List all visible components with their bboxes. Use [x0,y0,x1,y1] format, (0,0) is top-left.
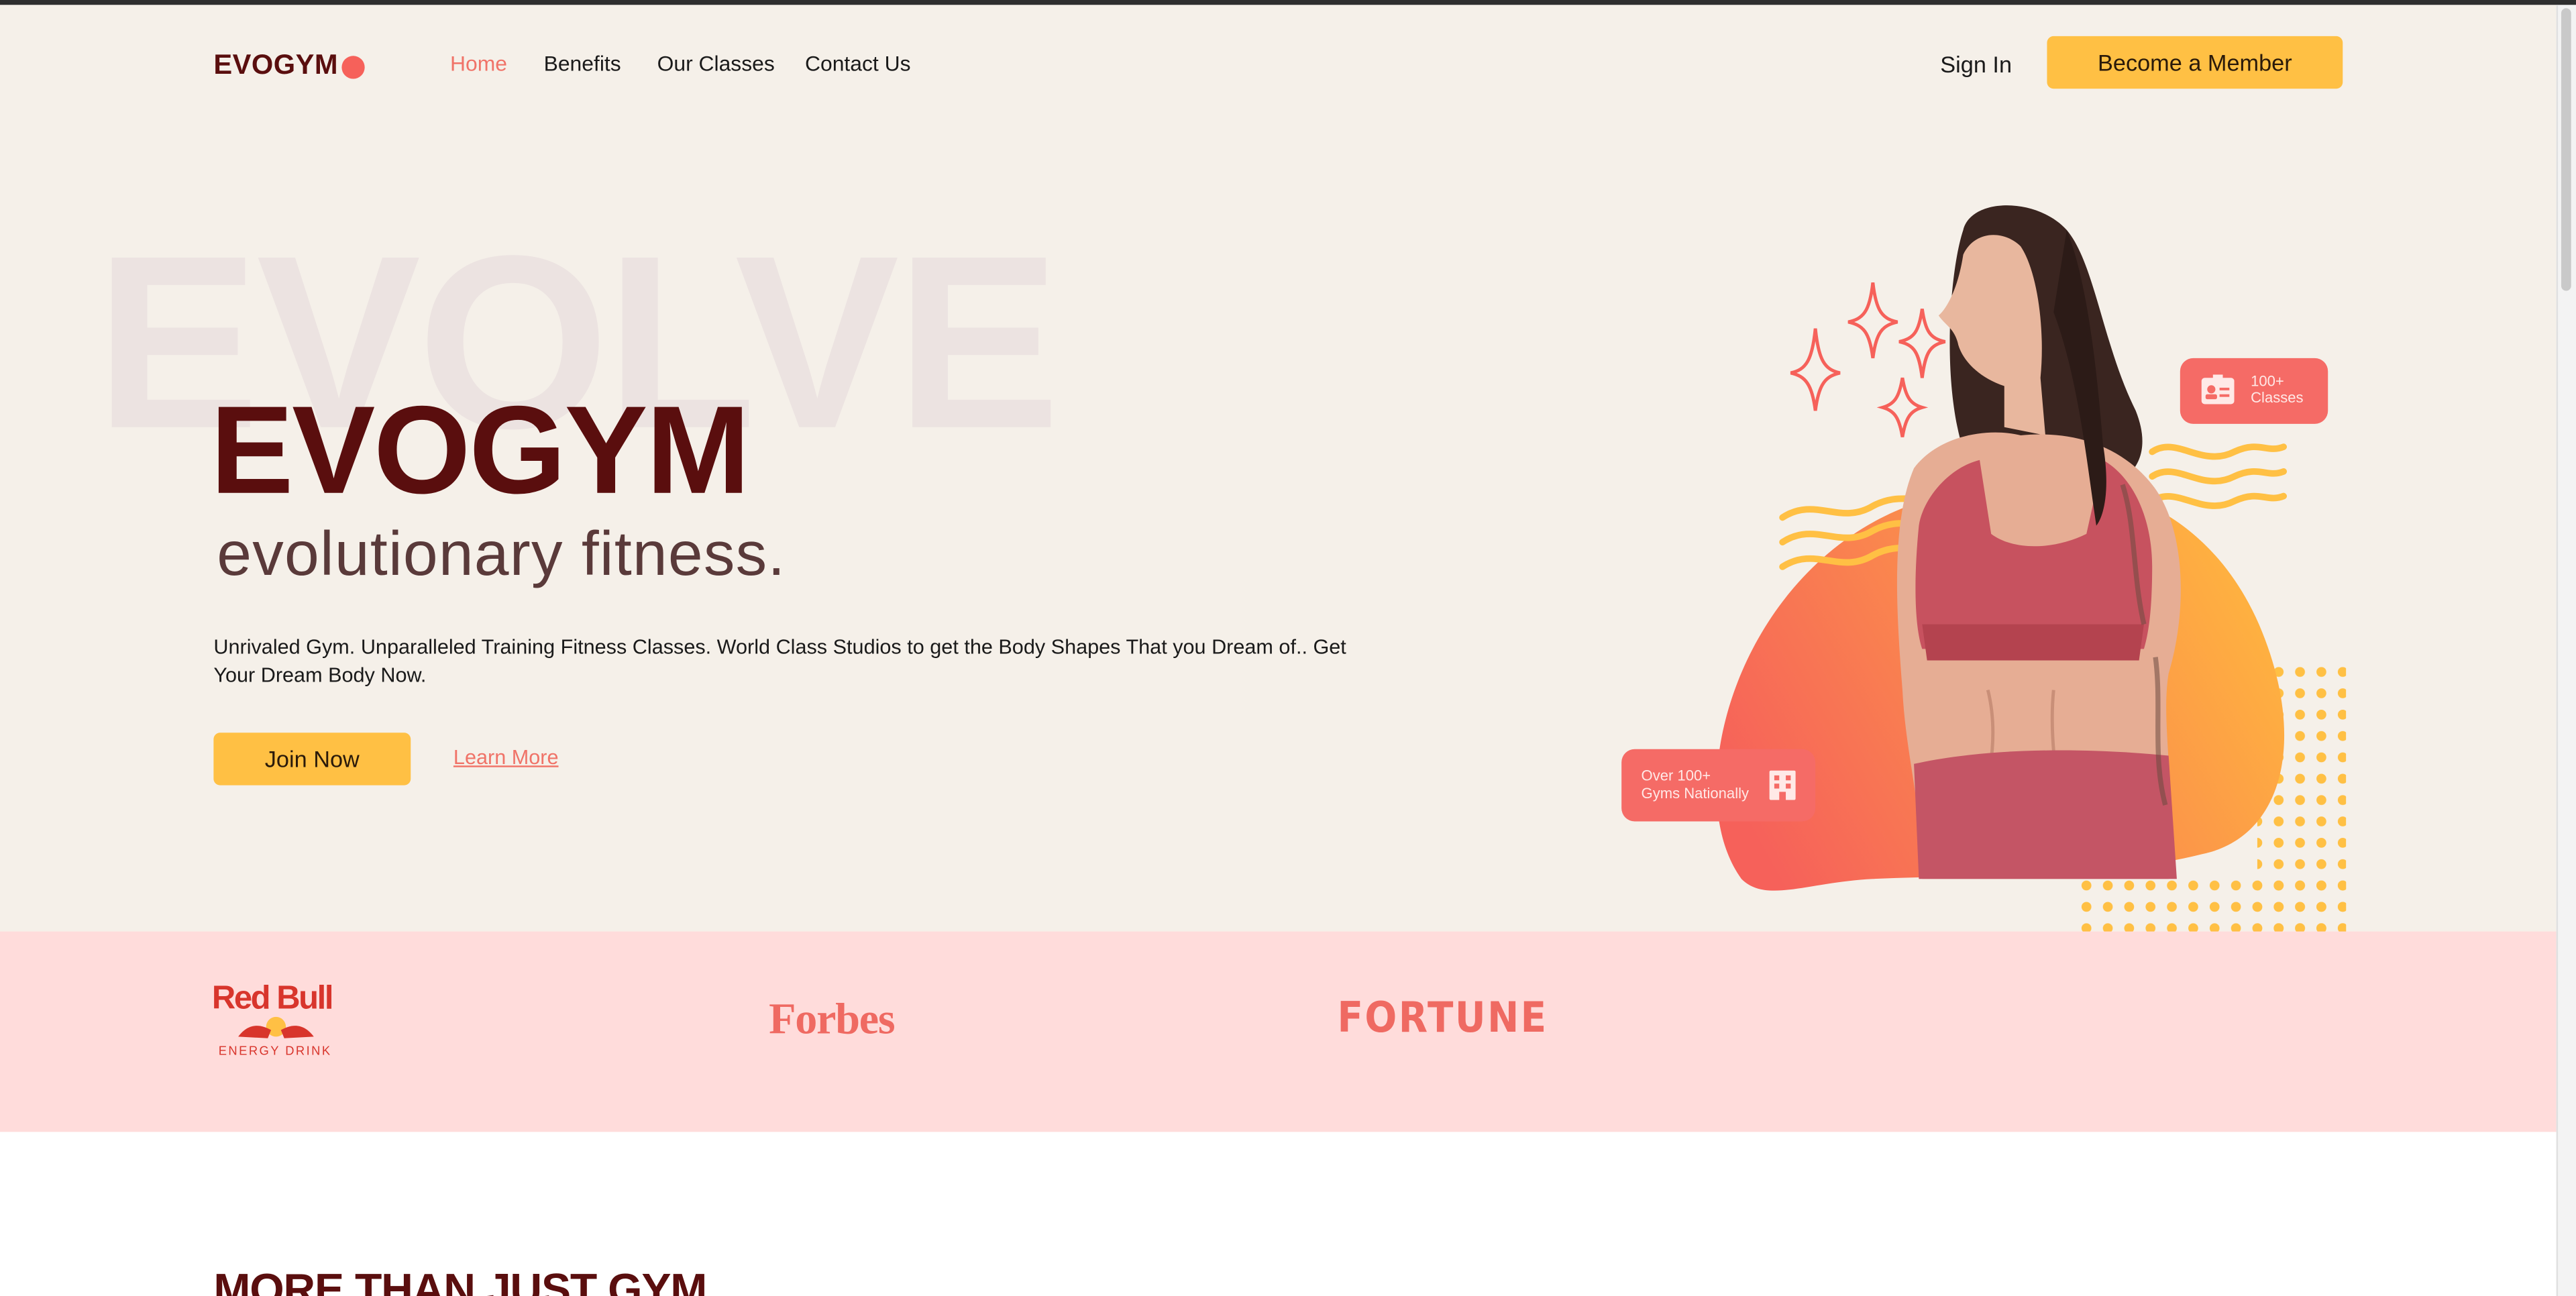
nav-item-home[interactable]: Home [450,51,507,76]
navbar: EVOGYM Home Benefits Our Classes Contact… [0,5,2557,119]
redbull-logo-text: Red Bull [211,981,334,1017]
sponsors-bar [0,931,2557,1132]
gyms-badge-line1: Over 100+ [1641,767,1711,784]
building-icon [1769,770,1796,800]
section-title: MORE THAN JUST GYM [213,1264,707,1296]
gyms-badge-line2: Gyms Nationally [1641,785,1750,802]
redbull-bulls-icon [238,1016,314,1038]
forbes-logo: Forbes [769,993,896,1044]
join-now-button[interactable]: Join Now [213,733,411,786]
classes-badge: 100+ Classes [2180,358,2328,424]
athlete-image [1896,205,2181,879]
hero-title: EVOGYM [210,381,750,521]
redbull-logo-subtext: ENERGY DRINK [218,1043,332,1059]
learn-more-link[interactable]: Learn More [453,746,559,769]
sparkles-decoration [1790,282,1946,437]
fortune-logo: FORTUNE [1337,995,1548,1043]
nav-item-contact-us[interactable]: Contact Us [805,51,911,76]
nav-item-our-classes[interactable]: Our Classes [657,51,775,76]
classes-badge-line2: Classes [2251,389,2304,406]
classes-badge-line1: 100+ [2251,372,2284,390]
logo[interactable]: EVOGYM [213,49,338,82]
nav-item-benefits[interactable]: Benefits [544,51,621,76]
hero-description: Unrivaled Gym. Unparalleled Training Fit… [213,635,1346,687]
sign-in-link[interactable]: Sign In [1940,51,2012,77]
logo-dot-icon [341,56,365,79]
become-member-button[interactable]: Become a Member [2047,36,2343,89]
browser-top-border [0,0,2576,5]
hero-subtitle: evolutionary fitness. [217,521,786,590]
scrollbar-thumb[interactable] [2561,8,2571,291]
id-card-icon [2201,374,2235,404]
page: EVOGYM Home Benefits Our Classes Contact… [0,0,2576,1296]
gyms-badge: Over 100+ Gyms Nationally [1621,749,1816,822]
